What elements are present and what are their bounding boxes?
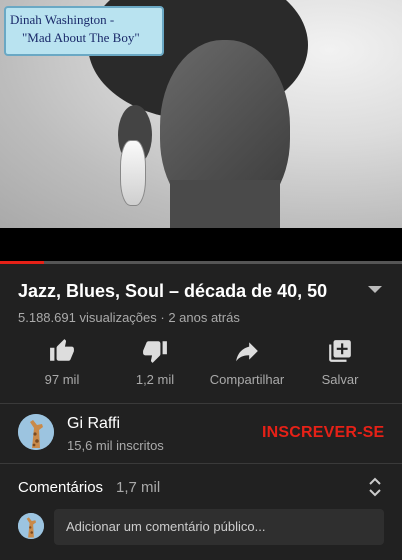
divider (0, 403, 402, 404)
video-title: Jazz, Blues, Soul – década de 40, 50 (18, 281, 328, 301)
share-icon (236, 342, 258, 362)
channel-name[interactable]: Gi Raffi (67, 415, 120, 433)
giraffe-avatar-icon (18, 513, 44, 539)
video-meta: 5.188.691 visualizações · 2 anos atrás (18, 310, 240, 325)
video-frame[interactable]: Dinah Washington - "Mad About The Boy" (0, 0, 402, 228)
dislike-button[interactable]: 1,2 mil (110, 338, 200, 387)
video-player[interactable]: Dinah Washington - "Mad About The Boy" (0, 0, 402, 262)
earring-detail (120, 140, 146, 206)
thumbs-down-icon (143, 341, 167, 363)
caption-line-2: "Mad About The Boy" (22, 30, 140, 45)
caption-line-1: Dinah Washington - (10, 12, 115, 27)
avatar[interactable] (18, 414, 54, 450)
expand-comments-icon[interactable] (366, 476, 384, 498)
subscribe-button[interactable]: INSCREVER-SE (262, 424, 384, 442)
share-button[interactable]: Compartilhar (202, 338, 292, 387)
video-caption-overlay: Dinah Washington - "Mad About The Boy" (4, 6, 164, 56)
avatar (18, 513, 44, 539)
like-count: 97 mil (44, 372, 80, 387)
chevron-down-icon[interactable] (362, 279, 388, 299)
like-button[interactable]: 97 mil (17, 338, 107, 387)
share-label: Compartilhar (209, 372, 285, 387)
dislike-count: 1,2 mil (135, 372, 175, 387)
giraffe-avatar-icon (18, 414, 54, 450)
save-label: Salvar (321, 372, 359, 387)
comments-count: 1,7 mil (116, 479, 161, 496)
action-bar: 97 mil 1,2 mil Compartilhar Salvar (0, 338, 402, 398)
add-to-playlist-icon (329, 340, 351, 362)
divider (0, 463, 402, 464)
subscriber-count: 15,6 mil inscritos (67, 438, 164, 453)
thumbs-up-icon (50, 339, 74, 361)
comments-label[interactable]: Comentários (18, 479, 103, 496)
save-button[interactable]: Salvar (295, 338, 385, 387)
video-progress-bar[interactable] (0, 261, 402, 264)
progress-fill (0, 261, 45, 264)
comment-input[interactable]: Adicionar um comentário público... (54, 509, 384, 545)
